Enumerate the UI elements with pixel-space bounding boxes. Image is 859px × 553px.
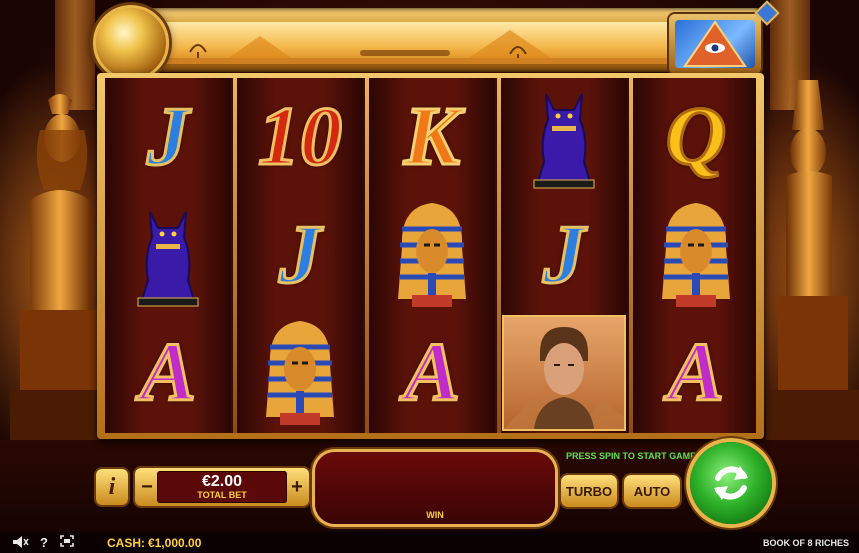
symbol-a: A	[666, 326, 725, 419]
symbol-cell	[501, 314, 627, 432]
symbol-cell	[105, 196, 231, 314]
bet-label: TOTAL BET	[197, 490, 247, 500]
symbol-a: A	[402, 326, 461, 419]
symbol-cell: A	[369, 314, 495, 432]
pharaoh-mask-symbol	[398, 203, 466, 307]
info-button[interactable]: i	[96, 469, 128, 505]
sound-icon[interactable]	[12, 535, 30, 552]
right-statue-pharaoh	[760, 80, 859, 440]
status-message: PRESS SPIN TO START GAME	[566, 451, 697, 461]
fullscreen-icon[interactable]	[60, 535, 74, 550]
golden-orb-emblem	[93, 5, 169, 81]
reel-3: K A	[369, 78, 495, 433]
game-background: J A 10 J K A J Q A i − €2.00 TOTAL BET +…	[0, 0, 859, 553]
symbol-cell: J	[105, 78, 231, 196]
cash-label: CASH:	[107, 536, 145, 550]
symbol-cell	[237, 314, 363, 432]
bet-decrease-button[interactable]: −	[137, 472, 157, 502]
spin-button[interactable]	[690, 442, 772, 524]
pharaoh-mask-symbol	[266, 321, 334, 425]
symbol-k: K	[402, 90, 461, 183]
symbol-q: Q	[664, 90, 728, 183]
symbol-cell: A	[633, 314, 759, 432]
autoplay-button[interactable]: AUTO	[624, 475, 680, 507]
symbol-j: J	[542, 208, 587, 301]
reel-2: 10 J	[237, 78, 363, 433]
refresh-icon	[714, 466, 748, 500]
symbol-cell: J	[237, 196, 363, 314]
adventurer-symbol	[504, 317, 624, 429]
cash-value: €1,000.00	[148, 536, 202, 550]
reel-grid: J A 10 J K A J Q A	[105, 78, 756, 433]
turbo-button[interactable]: TURBO	[561, 475, 617, 507]
info-icon: i	[108, 473, 116, 500]
symbol-j: J	[146, 90, 191, 183]
symbol-cell: A	[105, 314, 231, 432]
bet-increase-button[interactable]: +	[287, 472, 307, 502]
symbol-cell: 10	[237, 78, 363, 196]
symbol-cell	[501, 78, 627, 196]
reel-5: Q A	[633, 78, 756, 433]
help-icon[interactable]: ?	[40, 535, 48, 550]
symbol-cell	[369, 196, 495, 314]
symbol-a: A	[138, 326, 197, 419]
win-panel: WIN	[315, 452, 555, 524]
pharaoh-mask-symbol	[662, 203, 730, 307]
bet-control: − €2.00 TOTAL BET +	[135, 468, 309, 506]
symbol-10: 10	[257, 90, 344, 183]
symbol-j: J	[278, 208, 323, 301]
symbol-cell: J	[501, 196, 627, 314]
reel-4: J	[501, 78, 627, 433]
game-title: BOOK OF 8 RICHES	[762, 538, 849, 548]
bastet-cat-symbol	[137, 211, 199, 307]
symbol-cell: K	[369, 78, 495, 196]
bet-amount: €2.00	[201, 473, 243, 490]
win-label: WIN	[426, 510, 444, 520]
bet-display: €2.00 TOTAL BET	[157, 471, 287, 503]
desert-banner	[160, 22, 670, 64]
reel-1: J A	[105, 78, 231, 433]
symbol-cell	[633, 196, 759, 314]
left-statue-isis	[0, 90, 110, 440]
eye-of-horus-pyramid-tile	[669, 14, 761, 74]
symbol-cell: Q	[633, 78, 759, 196]
bastet-cat-symbol	[533, 93, 595, 189]
